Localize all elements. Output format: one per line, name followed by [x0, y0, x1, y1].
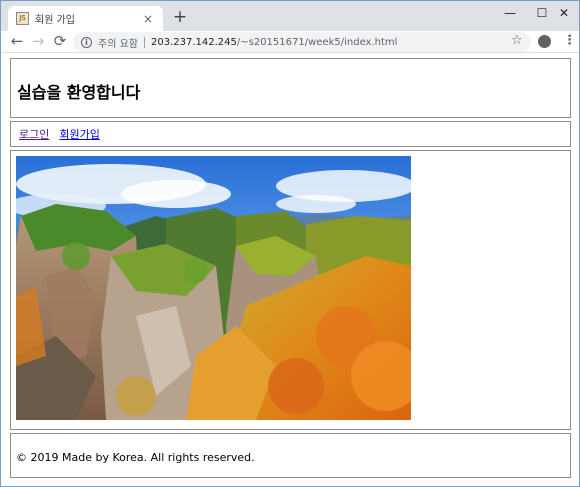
address-separator: [143, 36, 145, 48]
tab-strip: JS 회원 가입 × + — ☐ ✕: [1, 1, 579, 31]
login-link[interactable]: 로그인: [19, 126, 49, 142]
window-close-button[interactable]: ✕: [549, 3, 579, 25]
security-status[interactable]: 주의 요함: [98, 35, 138, 50]
main-section: [10, 150, 571, 430]
mountain-photo-image: [16, 156, 411, 420]
tab-title: 회원 가입: [35, 15, 75, 26]
url-path: /~s20151671/week5/index.html: [236, 36, 398, 48]
url-text[interactable]: 203.237.142.245/~s20151671/week5/index.h…: [151, 37, 397, 48]
forward-button[interactable]: →: [30, 32, 46, 50]
address-bar[interactable]: i 주의 요함 203.237.142.245/~s20151671/week5…: [73, 32, 531, 52]
browser-toolbar: ← → ⟳ i 주의 요함 203.237.142.245/~s20151671…: [1, 31, 579, 53]
star-icon[interactable]: ☆: [511, 33, 523, 48]
tab-active[interactable]: JS 회원 가입 ×: [8, 6, 163, 31]
back-button[interactable]: ←: [9, 32, 25, 50]
info-icon[interactable]: i: [81, 36, 92, 48]
page-content: 실습을 환영합니다 로그인 회원가입 © 2019 Made by Korea.…: [1, 54, 579, 486]
new-tab-button[interactable]: +: [171, 7, 189, 27]
reload-button[interactable]: ⟳: [52, 32, 68, 50]
tab-close-icon[interactable]: ×: [141, 12, 155, 26]
page-title: 실습을 환영합니다: [17, 83, 141, 102]
signup-link[interactable]: 회원가입: [59, 126, 99, 142]
header-section: 실습을 환영합니다: [10, 58, 571, 118]
copyright-text: © 2019 Made by Korea. All rights reserve…: [16, 451, 255, 464]
nav-section: 로그인 회원가입: [10, 121, 571, 147]
footer-section: © 2019 Made by Korea. All rights reserve…: [10, 433, 571, 478]
url-host: 203.237.142.245: [150, 36, 237, 48]
mountain-photo: [16, 156, 411, 420]
account-icon[interactable]: [538, 35, 551, 48]
menu-icon[interactable]: ⋮: [563, 33, 576, 48]
browser-window: JS 회원 가입 × + — ☐ ✕ ← → ⟳ i 주의 요함 203.237…: [0, 0, 580, 487]
page-favicon-icon: JS: [16, 12, 29, 25]
